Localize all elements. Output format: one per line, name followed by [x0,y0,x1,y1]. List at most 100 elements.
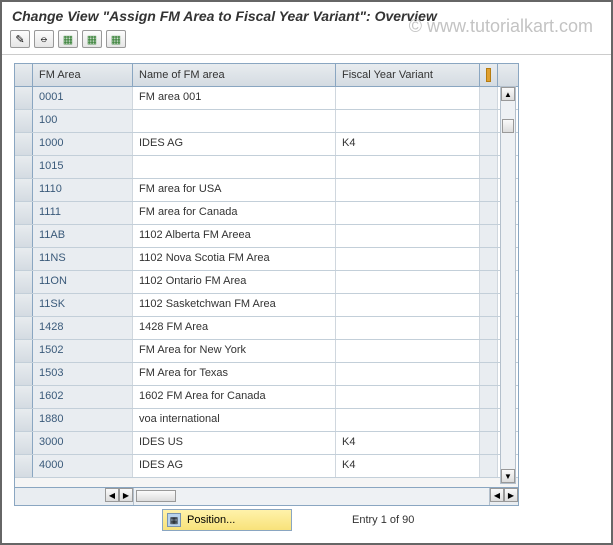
cell-fm-area[interactable]: 3000 [33,432,133,454]
col-config-icon[interactable] [480,64,498,86]
toolbar-btn-4[interactable]: ▦ [82,30,102,48]
toolbar-btn-3[interactable]: ▦ [58,30,78,48]
table-row[interactable]: 1110FM area for USA [15,179,518,202]
hscroll-right-2-icon[interactable]: ▶ [504,488,518,502]
cell-fm-area[interactable]: 1000 [33,133,133,155]
cell-name[interactable]: FM area for USA [133,179,336,201]
cell-fyv[interactable] [336,363,480,385]
cell-fm-area[interactable]: 1502 [33,340,133,362]
cell-fm-area[interactable]: 1503 [33,363,133,385]
cell-fyv[interactable]: K4 [336,133,480,155]
cell-fyv[interactable] [336,202,480,224]
cell-fm-area[interactable]: 1110 [33,179,133,201]
table-row[interactable]: 14281428 FM Area [15,317,518,340]
hscroll-thumb[interactable] [136,490,176,502]
col-header-fyv[interactable]: Fiscal Year Variant [336,64,480,86]
cell-name[interactable]: FM area for Canada [133,202,336,224]
table-row[interactable]: 0001FM area 001 [15,87,518,110]
table-row[interactable]: 1111FM area for Canada [15,202,518,225]
cell-name[interactable]: IDES US [133,432,336,454]
row-selector[interactable] [15,87,33,109]
cell-name[interactable]: IDES AG [133,455,336,477]
cell-fyv[interactable] [336,179,480,201]
cell-name[interactable]: 1102 Alberta FM Areea [133,225,336,247]
toolbar-btn-2[interactable]: ⦵ [34,30,54,48]
table-row[interactable]: 1000IDES AGK4 [15,133,518,156]
cell-fyv[interactable] [336,340,480,362]
hscroll-left-2-icon[interactable]: ◀ [490,488,504,502]
cell-fm-area[interactable]: 1428 [33,317,133,339]
cell-fyv[interactable] [336,294,480,316]
row-selector[interactable] [15,225,33,247]
cell-fm-area[interactable]: 11SK [33,294,133,316]
vscroll-track[interactable] [501,101,515,469]
scroll-down-icon[interactable]: ▼ [501,469,515,483]
cell-name[interactable]: IDES AG [133,133,336,155]
cell-name[interactable]: FM area 001 [133,87,336,109]
toolbar-btn-1[interactable]: ✎ [10,30,30,48]
vscroll-thumb[interactable] [502,119,514,133]
cell-fm-area[interactable]: 1015 [33,156,133,178]
cell-fm-area[interactable]: 11NS [33,248,133,270]
row-selector[interactable] [15,386,33,408]
row-selector[interactable] [15,133,33,155]
cell-name[interactable] [133,110,336,132]
cell-fm-area[interactable]: 1602 [33,386,133,408]
table-row[interactable]: 11NS1102 Nova Scotia FM Area [15,248,518,271]
row-selector[interactable] [15,271,33,293]
toolbar-btn-5[interactable]: ▦ [106,30,126,48]
table-row[interactable]: 4000IDES AGK4 [15,455,518,478]
hscroll-left-1-icon[interactable]: ◀ [105,488,119,502]
cell-fyv[interactable] [336,156,480,178]
table-row[interactable]: 1015 [15,156,518,179]
cell-fm-area[interactable]: 4000 [33,455,133,477]
cell-fyv[interactable] [336,110,480,132]
cell-name[interactable]: 1428 FM Area [133,317,336,339]
cell-fyv[interactable] [336,386,480,408]
cell-name[interactable]: 1102 Nova Scotia FM Area [133,248,336,270]
vertical-scrollbar[interactable]: ▲ ▼ [500,86,516,484]
cell-fm-area[interactable]: 11AB [33,225,133,247]
cell-name[interactable]: FM Area for Texas [133,363,336,385]
table-row[interactable]: 11ON1102 Ontario FM Area [15,271,518,294]
row-selector[interactable] [15,248,33,270]
hscroll-right-1-icon[interactable]: ▶ [119,488,133,502]
table-row[interactable]: 1502FM Area for New York [15,340,518,363]
cell-fyv[interactable] [336,271,480,293]
scroll-up-icon[interactable]: ▲ [501,87,515,101]
row-selector[interactable] [15,455,33,477]
row-selector[interactable] [15,294,33,316]
cell-fm-area[interactable]: 100 [33,110,133,132]
col-header-name[interactable]: Name of FM area [133,64,336,86]
cell-fyv[interactable] [336,225,480,247]
cell-name[interactable]: FM Area for New York [133,340,336,362]
cell-name[interactable]: 1602 FM Area for Canada [133,386,336,408]
table-row[interactable]: 3000IDES USK4 [15,432,518,455]
cell-fm-area[interactable]: 0001 [33,87,133,109]
position-button[interactable]: ▦ Position... [162,509,292,531]
table-row[interactable]: 11AB1102 Alberta FM Areea [15,225,518,248]
col-selector[interactable] [15,64,33,86]
row-selector[interactable] [15,409,33,431]
cell-fm-area[interactable]: 11ON [33,271,133,293]
cell-fyv[interactable] [336,409,480,431]
row-selector[interactable] [15,317,33,339]
cell-fm-area[interactable]: 1111 [33,202,133,224]
cell-fyv[interactable] [336,317,480,339]
row-selector[interactable] [15,156,33,178]
row-selector[interactable] [15,363,33,385]
cell-fm-area[interactable]: 1880 [33,409,133,431]
horizontal-scrollbar[interactable] [133,488,490,505]
cell-name[interactable]: 1102 Ontario FM Area [133,271,336,293]
row-selector[interactable] [15,340,33,362]
col-header-fm-area[interactable]: FM Area [33,64,133,86]
row-selector[interactable] [15,110,33,132]
table-row[interactable]: 1503FM Area for Texas [15,363,518,386]
table-row[interactable]: 11SK1102 Sasketchwan FM Area [15,294,518,317]
cell-fyv[interactable] [336,87,480,109]
row-selector[interactable] [15,202,33,224]
cell-fyv[interactable] [336,248,480,270]
table-row[interactable]: 1880voa international [15,409,518,432]
cell-fyv[interactable]: K4 [336,455,480,477]
cell-name[interactable]: 1102 Sasketchwan FM Area [133,294,336,316]
